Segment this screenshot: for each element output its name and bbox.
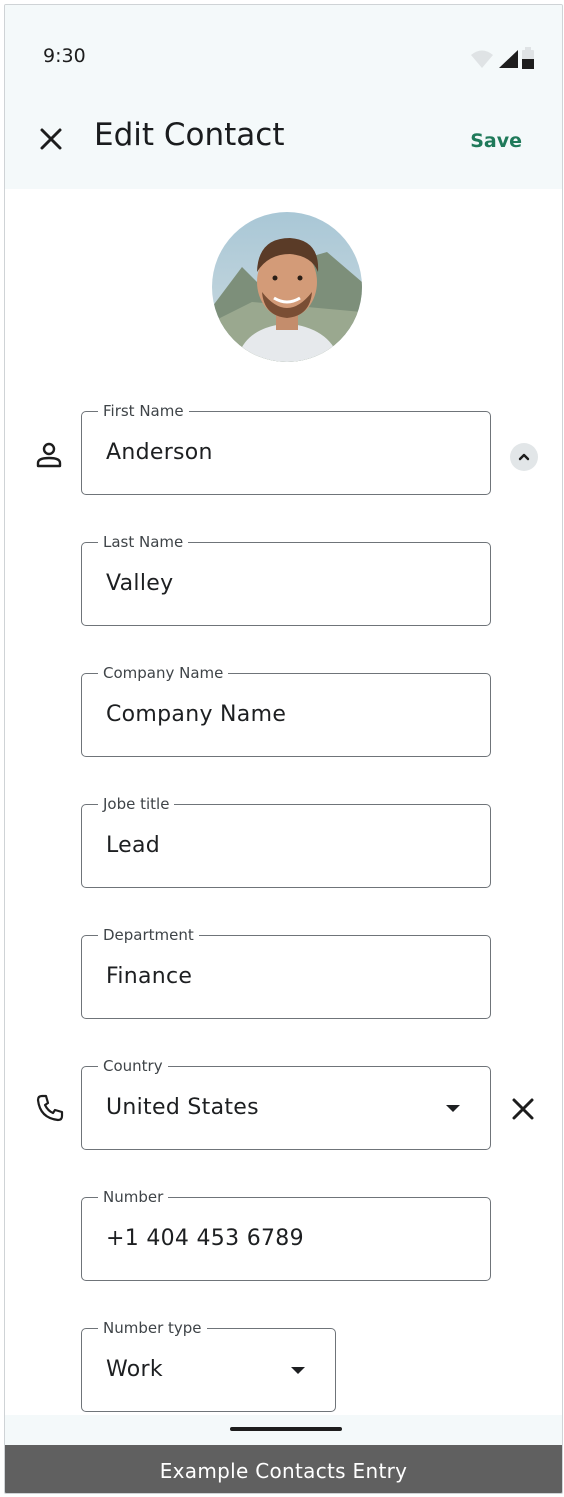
- save-button[interactable]: Save: [470, 130, 522, 152]
- phone-screen: 9:30 Edit Contact Save First Name Anders…: [4, 4, 563, 1494]
- number-type-select[interactable]: Number type Work: [81, 1318, 336, 1412]
- first-name-label: First Name: [98, 401, 189, 421]
- first-name-value: Anderson: [106, 440, 213, 465]
- company-name-field[interactable]: Company Name Company Name: [81, 663, 491, 757]
- country-select[interactable]: Country United States: [81, 1056, 491, 1150]
- job-title-field[interactable]: Jobe title Lead: [81, 794, 491, 888]
- last-name-value: Valley: [106, 571, 174, 596]
- country-value: United States: [106, 1095, 259, 1120]
- company-name-label: Company Name: [98, 663, 229, 683]
- job-title-label: Jobe title: [98, 794, 175, 814]
- battery-icon: [522, 47, 534, 69]
- number-field[interactable]: Number +1 404 453 6789: [81, 1187, 491, 1281]
- country-label: Country: [98, 1056, 168, 1076]
- job-title-value: Lead: [106, 833, 161, 858]
- app-bar: Edit Contact Save: [5, 97, 562, 189]
- status-time: 9:30: [43, 45, 86, 67]
- department-field[interactable]: Department Finance: [81, 925, 491, 1019]
- avatar[interactable]: [212, 212, 362, 362]
- number-type-label: Number type: [98, 1318, 207, 1338]
- phone-icon: [36, 1094, 64, 1122]
- number-type-value: Work: [106, 1357, 163, 1382]
- arrow-drop-down-icon[interactable]: [291, 1367, 305, 1374]
- gesture-bar: [5, 1415, 562, 1445]
- profile-photo: [212, 212, 362, 362]
- home-handle[interactable]: [230, 1427, 342, 1431]
- first-name-field[interactable]: First Name Anderson: [81, 401, 491, 495]
- close-icon[interactable]: [510, 1096, 536, 1122]
- person-icon: [36, 442, 62, 468]
- caption-bar: Example Contacts Entry: [5, 1445, 562, 1493]
- department-label: Department: [98, 925, 199, 945]
- signal-icon: [499, 50, 518, 68]
- close-icon[interactable]: [33, 121, 69, 157]
- wifi-icon: [471, 50, 493, 68]
- arrow-drop-down-icon[interactable]: [446, 1105, 460, 1112]
- number-value: +1 404 453 6789: [106, 1226, 304, 1251]
- company-name-value: Company Name: [106, 702, 287, 727]
- page-title: Edit Contact: [94, 117, 285, 153]
- chevron-up-icon[interactable]: [509, 442, 539, 472]
- status-bar: 9:30: [5, 5, 562, 97]
- last-name-label: Last Name: [98, 532, 189, 552]
- last-name-field[interactable]: Last Name Valley: [81, 532, 491, 626]
- department-value: Finance: [106, 964, 193, 989]
- system-icons: [470, 47, 534, 69]
- number-label: Number: [98, 1187, 169, 1207]
